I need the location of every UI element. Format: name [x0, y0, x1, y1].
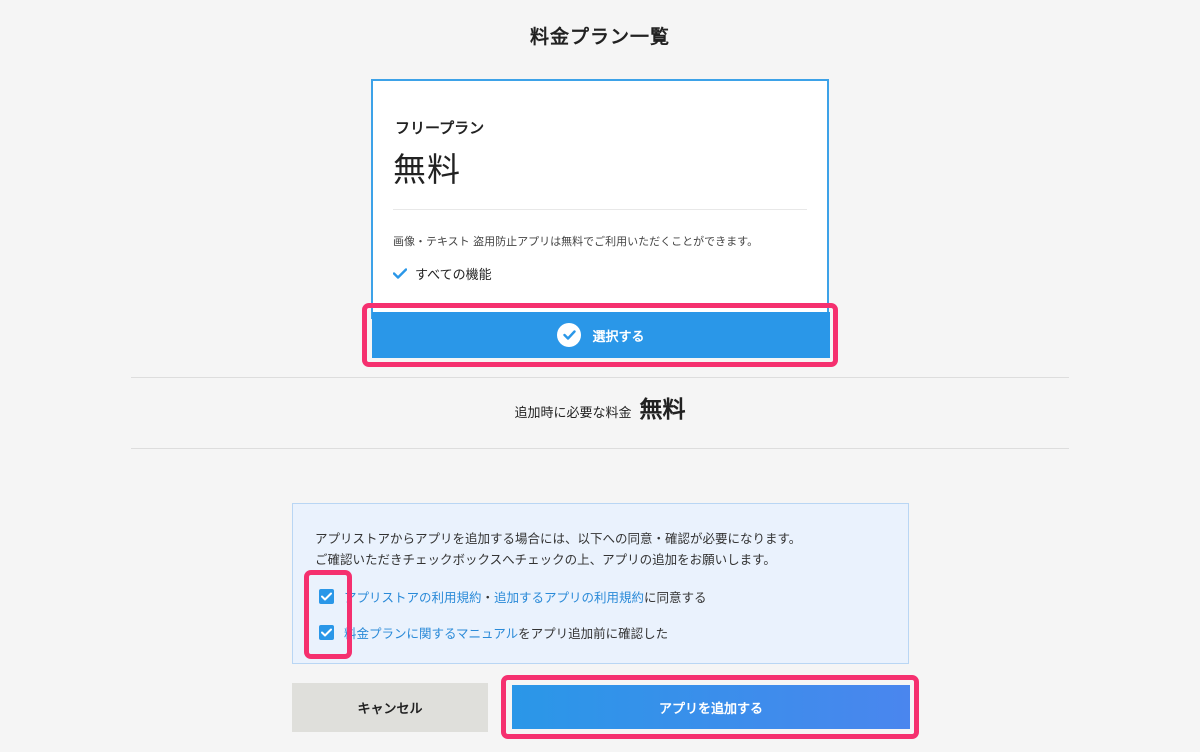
plan-feature-label: すべての機能 — [415, 268, 492, 283]
consent-line-2: ご確認いただきチェックボックスへチェックの上、アプリの追加をお願いします。 — [315, 552, 776, 567]
fee-label: 追加時に必要な料金 — [514, 406, 632, 421]
plan-feature-item: すべての機能 — [393, 264, 492, 283]
divider-bottom — [131, 448, 1069, 449]
terms-suffix: に同意する — [644, 590, 707, 605]
select-plan-label: 選択する — [592, 329, 645, 345]
fee-summary: 追加時に必要な料金 無料 — [0, 390, 1200, 424]
appstore-terms-link[interactable]: アプリストアの利用規約 — [344, 587, 482, 606]
terms-separator: ・ — [481, 590, 495, 605]
manual-suffix: をアプリ追加前に確認した — [518, 626, 669, 641]
consent-line-1: アプリストアからアプリを追加する場合には、以下への同意・確認が必要になります。 — [315, 531, 802, 546]
consent-instructions: アプリストアからアプリを追加する場合には、以下への同意・確認が必要になります。 … — [315, 528, 801, 570]
app-terms-link[interactable]: 追加するアプリの利用規約 — [494, 587, 644, 606]
plan-description: 画像・テキスト 盗用防止アプリは無料でご利用いただくことができます。 — [393, 235, 759, 248]
consent-box: アプリストアからアプリを追加する場合には、以下への同意・確認が必要になります。 … — [292, 503, 909, 664]
consent-manual-row: 料金プランに関するマニュアル をアプリ追加前に確認した — [319, 623, 668, 642]
check-circle-icon — [557, 323, 582, 347]
plan-divider — [393, 209, 807, 210]
cancel-button[interactable]: キャンセル — [292, 683, 488, 732]
divider-top — [131, 377, 1069, 378]
checkbox-highlight — [304, 570, 352, 659]
pricing-manual-link[interactable]: 料金プランに関するマニュアル — [344, 623, 518, 642]
consent-terms-row: アプリストアの利用規約 ・ 追加するアプリの利用規約 に同意する — [319, 587, 707, 606]
checkmark-icon — [393, 268, 407, 279]
fee-value: 無料 — [639, 397, 686, 423]
select-plan-button[interactable]: 選択する — [372, 312, 830, 358]
page-title: 料金プラン一覧 — [529, 26, 670, 48]
plan-name: フリープラン — [395, 119, 485, 137]
plan-card: フリープラン 無料 画像・テキスト 盗用防止アプリは無料でご利用いただくことがで… — [371, 79, 829, 319]
add-app-button[interactable]: アプリを追加する — [512, 685, 910, 729]
plan-price: 無料 — [393, 150, 461, 189]
